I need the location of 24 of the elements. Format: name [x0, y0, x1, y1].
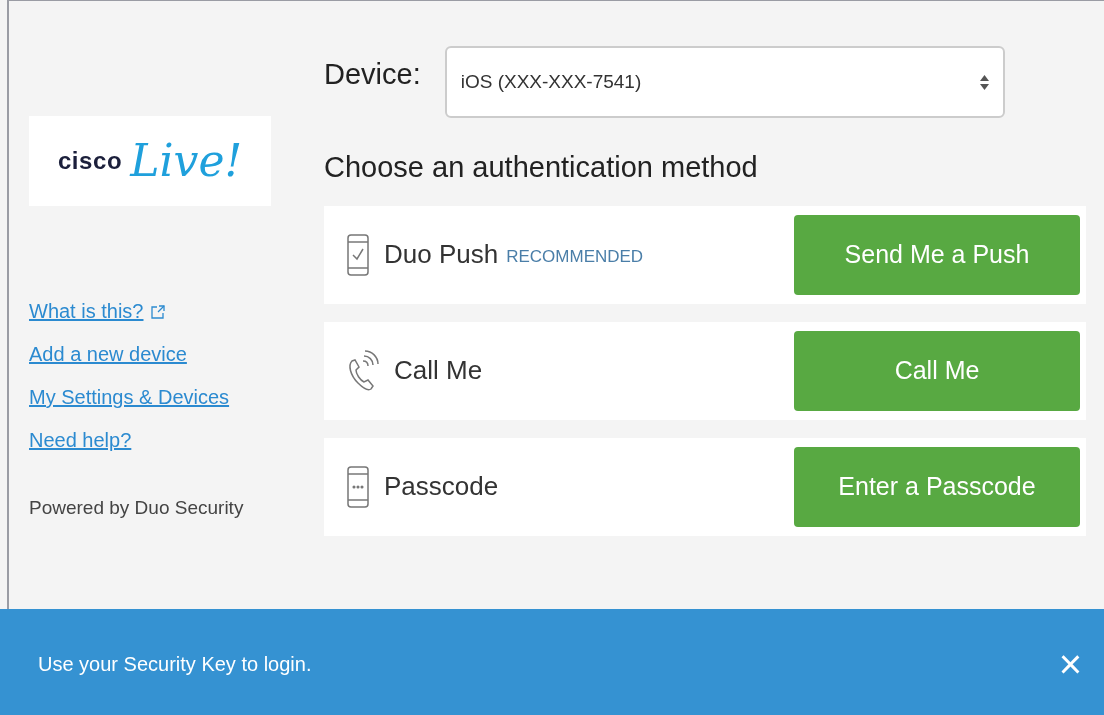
method-button[interactable]: Send Me a Push: [794, 214, 1080, 295]
phone-ringing-icon: [346, 348, 380, 393]
logo-wordmark: cisco: [57, 146, 123, 176]
help-link[interactable]: Need help?: [29, 427, 132, 454]
help-link[interactable]: My Settings & Devices: [29, 384, 230, 411]
device-label: Device:: [324, 57, 421, 93]
method-button[interactable]: Enter a Passcode: [794, 446, 1080, 527]
select-arrows-icon: [979, 74, 989, 90]
powered-by-text: Powered by Duo Security: [29, 496, 245, 520]
external-link-icon: [151, 304, 166, 319]
banner-message: Use your Security Key to login.: [38, 652, 312, 677]
device-select[interactable]: iOS (XXX-XXX-7541): [444, 46, 1005, 118]
logo-script: Live!: [130, 139, 243, 183]
help-link[interactable]: Add a new device: [29, 341, 187, 368]
section-heading: Choose an authentication method: [324, 150, 759, 185]
recommended-label: RECOMMENDED: [506, 245, 644, 268]
method-label: Duo Push: [384, 238, 499, 271]
phone-dots-icon: [346, 464, 370, 509]
phone-check-icon: [346, 232, 370, 277]
method-label: Passcode: [384, 470, 499, 503]
close-button[interactable]: ×: [1058, 644, 1082, 684]
method-label: Call Me: [394, 354, 483, 387]
method-button[interactable]: Call Me: [794, 330, 1080, 411]
help-link[interactable]: What is this?: [29, 298, 144, 325]
